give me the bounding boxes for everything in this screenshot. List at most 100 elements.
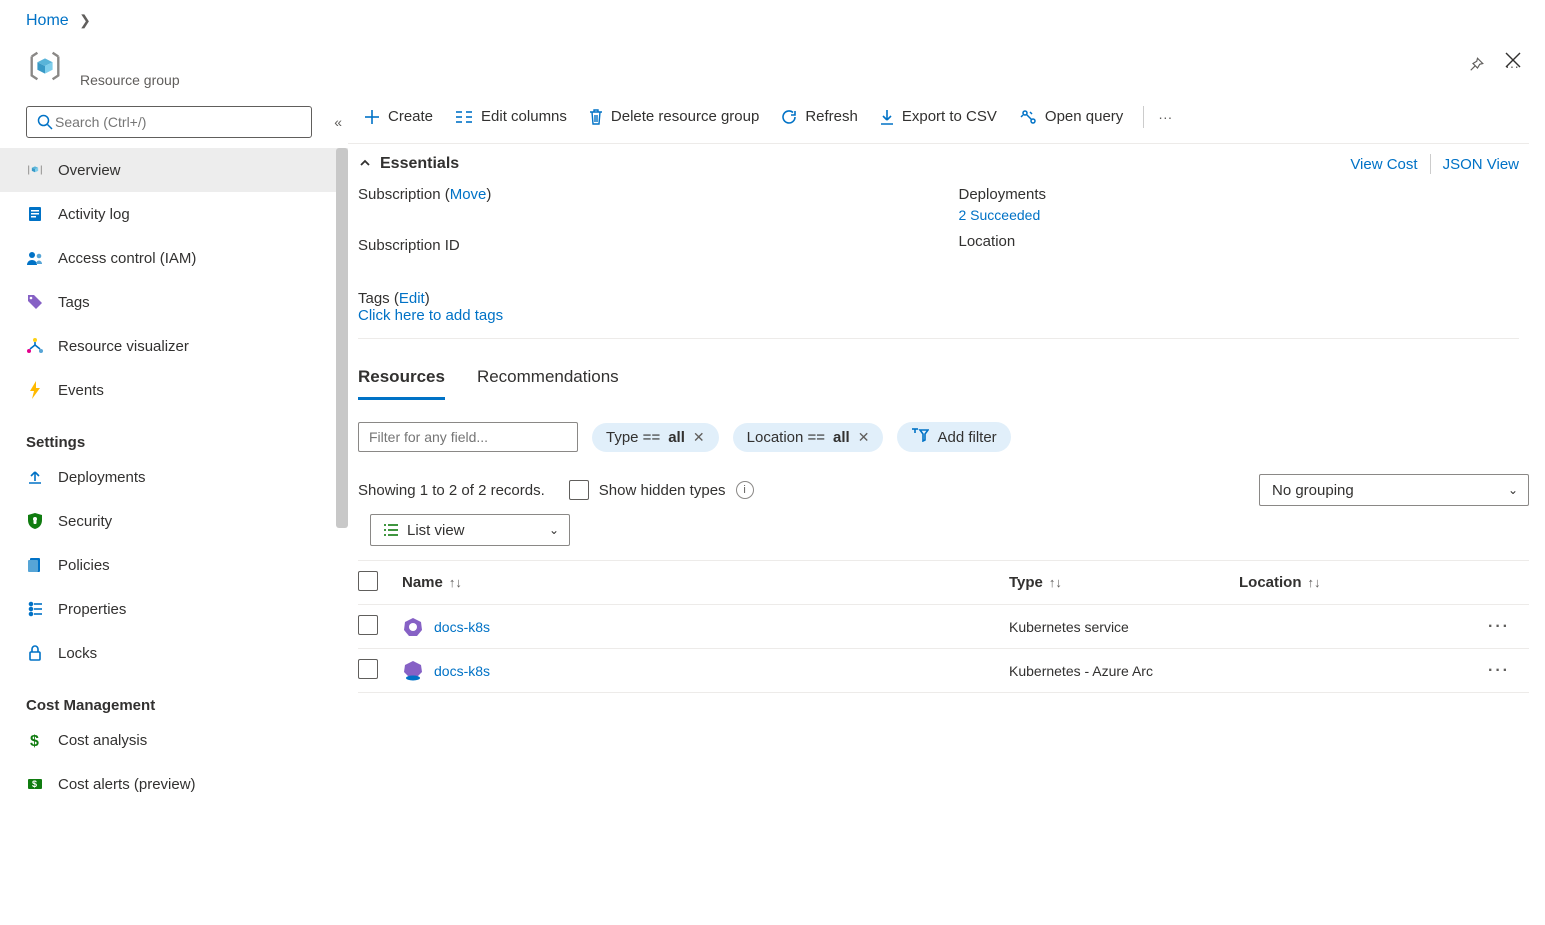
kubernetes-arc-icon <box>402 660 424 682</box>
sidebar-item-label: Activity log <box>58 206 130 223</box>
sidebar-item-security[interactable]: Security <box>0 499 348 543</box>
sidebar-item-cost-analysis[interactable]: $ Cost analysis <box>0 718 348 762</box>
json-view-link[interactable]: JSON View <box>1443 156 1519 173</box>
overview-icon <box>26 161 44 179</box>
query-icon <box>1019 109 1037 125</box>
sidebar-item-locks[interactable]: Locks <box>0 631 348 675</box>
column-type[interactable]: Type↑↓ <box>1009 574 1239 591</box>
pin-icon[interactable] <box>1467 56 1485 77</box>
lightning-icon <box>26 381 44 399</box>
essentials-title: Essentials <box>380 155 459 173</box>
search-input[interactable] <box>53 113 301 131</box>
sort-icon: ↑↓ <box>1308 575 1321 590</box>
table-row: docs-k8s Kubernetes - Azure Arc ··· <box>358 649 1529 693</box>
search-input-wrap[interactable] <box>26 106 312 138</box>
log-icon <box>26 205 44 223</box>
sidebar-item-policies[interactable]: Policies <box>0 543 348 587</box>
tag-icon <box>26 293 44 311</box>
sidebar-item-label: Access control (IAM) <box>58 250 196 267</box>
resource-link[interactable]: docs-k8s <box>434 663 490 679</box>
sidebar-item-events[interactable]: Events <box>0 368 348 412</box>
open-query-button[interactable]: Open query <box>1013 104 1129 129</box>
download-icon <box>880 109 894 125</box>
remove-filter-icon[interactable]: ✕ <box>693 429 705 446</box>
row-more-icon[interactable]: ··· <box>1469 618 1529 636</box>
refresh-icon <box>781 109 797 125</box>
sidebar-item-visualizer[interactable]: Resource visualizer <box>0 324 348 368</box>
move-link[interactable]: Move <box>450 186 487 203</box>
page-header: Resource group ··· <box>0 34 1545 88</box>
remove-filter-icon[interactable]: ✕ <box>858 429 870 446</box>
collapse-essentials-icon[interactable] <box>358 156 372 173</box>
sidebar-item-label: Tags <box>58 294 90 311</box>
close-icon[interactable] <box>1505 52 1521 73</box>
tabs: Resources Recommendations <box>358 367 1529 400</box>
shield-icon <box>26 512 44 530</box>
sidebar-item-activity-log[interactable]: Activity log <box>0 192 348 236</box>
sidebar-item-iam[interactable]: Access control (IAM) <box>0 236 348 280</box>
resource-link[interactable]: docs-k8s <box>434 619 490 635</box>
tab-recommendations[interactable]: Recommendations <box>477 367 619 400</box>
view-select[interactable]: List view ⌄ <box>370 514 570 546</box>
main-content: Create Edit columns Delete resource grou… <box>348 88 1545 913</box>
resource-group-icon <box>26 47 64 85</box>
export-csv-button[interactable]: Export to CSV <box>874 104 1003 129</box>
sidebar-scrollbar[interactable] <box>336 148 348 528</box>
view-cost-link[interactable]: View Cost <box>1350 156 1417 173</box>
lock-icon <box>26 644 44 662</box>
breadcrumb-home[interactable]: Home <box>26 12 69 29</box>
list-icon <box>383 523 399 537</box>
sidebar: « Overview Activity log Access control (… <box>0 88 348 913</box>
toolbar: Create Edit columns Delete resource grou… <box>348 102 1529 144</box>
sidebar-item-label: Resource visualizer <box>58 338 189 355</box>
sidebar-item-deployments[interactable]: Deployments <box>0 455 348 499</box>
page-title <box>80 44 1467 72</box>
page-subtitle: Resource group <box>80 72 1467 88</box>
row-checkbox[interactable] <box>358 659 378 679</box>
deployments-value[interactable]: 2 Succeeded <box>959 207 1520 223</box>
chevron-right-icon: ❯ <box>79 12 91 28</box>
records-summary: Showing 1 to 2 of 2 records. <box>358 482 545 499</box>
sidebar-item-label: Policies <box>58 557 110 574</box>
subscription-id-label: Subscription ID <box>358 237 919 254</box>
column-location[interactable]: Location↑↓ <box>1239 574 1469 591</box>
edit-columns-button[interactable]: Edit columns <box>449 104 573 129</box>
table-row: docs-k8s Kubernetes service ··· <box>358 605 1529 649</box>
filter-pill-type[interactable]: Type == all ✕ <box>592 423 719 452</box>
add-tags-link[interactable]: Click here to add tags <box>358 307 503 324</box>
filter-input[interactable] <box>358 422 578 452</box>
chevron-down-icon: ⌄ <box>549 523 559 537</box>
info-icon[interactable]: i <box>736 481 754 499</box>
collapse-sidebar-icon[interactable]: « <box>334 114 342 130</box>
resources-table: Name↑↓ Type↑↓ Location↑↓ docs-k8s Kubern… <box>358 560 1529 693</box>
delete-button[interactable]: Delete resource group <box>583 104 765 129</box>
tab-resources[interactable]: Resources <box>358 367 445 400</box>
sidebar-item-label: Deployments <box>58 469 146 486</box>
tags-label: Tags ( <box>358 290 399 307</box>
create-button[interactable]: Create <box>358 104 439 129</box>
row-checkbox[interactable] <box>358 615 378 635</box>
add-filter-button[interactable]: Add filter <box>897 422 1010 452</box>
sidebar-item-cost-alerts[interactable]: $ Cost alerts (preview) <box>0 762 348 806</box>
filter-bar: Type == all ✕ Location == all ✕ Add filt… <box>358 422 1529 452</box>
separator <box>1143 106 1144 128</box>
sidebar-item-label: Cost alerts (preview) <box>58 776 196 793</box>
toolbar-more-icon[interactable]: ··· <box>1158 109 1172 125</box>
show-hidden-label: Show hidden types <box>599 482 726 499</box>
refresh-button[interactable]: Refresh <box>775 104 864 129</box>
column-name[interactable]: Name↑↓ <box>402 574 1009 591</box>
show-hidden-checkbox[interactable] <box>569 480 589 500</box>
select-all-checkbox[interactable] <box>358 571 378 591</box>
sidebar-item-tags[interactable]: Tags <box>0 280 348 324</box>
grouping-select[interactable]: No grouping ⌄ <box>1259 474 1529 506</box>
plus-icon <box>364 109 380 125</box>
filter-pill-location[interactable]: Location == all ✕ <box>733 423 884 452</box>
policies-icon <box>26 556 44 574</box>
resource-type: Kubernetes - Azure Arc <box>1009 663 1239 679</box>
kubernetes-icon <box>402 616 424 638</box>
edit-tags-link[interactable]: Edit <box>399 290 425 307</box>
sidebar-item-properties[interactable]: Properties <box>0 587 348 631</box>
row-more-icon[interactable]: ··· <box>1469 662 1529 680</box>
chevron-down-icon: ⌄ <box>1508 483 1518 497</box>
sidebar-item-overview[interactable]: Overview <box>0 148 348 192</box>
